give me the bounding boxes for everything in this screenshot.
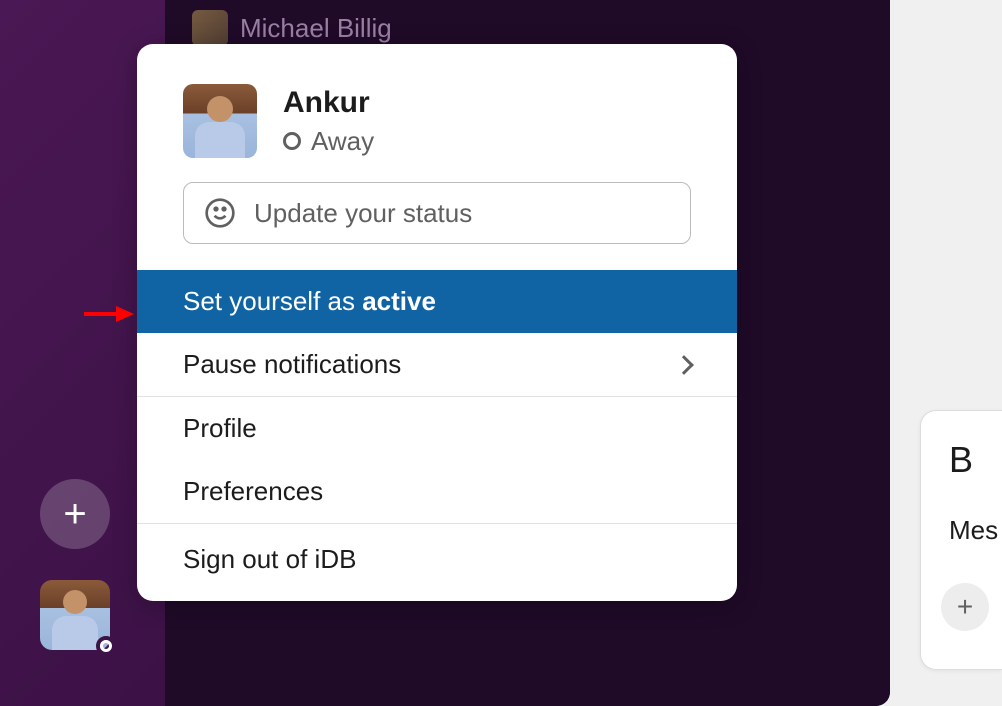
user-name-label: Ankur — [283, 86, 374, 120]
profile-label: Profile — [183, 413, 257, 444]
right-panel-letter: B — [949, 439, 1002, 481]
presence-label: Away — [311, 126, 374, 157]
sign-out-menu-item[interactable]: Sign out of iDB — [137, 524, 737, 601]
plus-icon: + — [957, 591, 973, 623]
chevron-right-icon — [674, 355, 694, 375]
presence-row: Away — [283, 126, 374, 157]
smiley-icon — [204, 197, 236, 229]
arrow-line — [84, 312, 118, 316]
profile-info: Ankur Away — [283, 86, 374, 157]
right-side-panel: B Mes + — [920, 410, 1002, 670]
member-avatar — [192, 10, 228, 46]
sign-out-label: Sign out of iDB — [183, 544, 356, 574]
plus-icon: + — [63, 492, 86, 537]
arrow-head-icon — [116, 306, 134, 322]
right-panel-message-label: Mes — [949, 515, 998, 546]
status-placeholder-text: Update your status — [254, 198, 472, 229]
preferences-label: Preferences — [183, 476, 323, 507]
profile-menu-item[interactable]: Profile — [137, 397, 737, 460]
status-input-wrapper: Update your status — [137, 182, 737, 270]
update-status-input[interactable]: Update your status — [183, 182, 691, 244]
user-avatar — [183, 84, 257, 158]
add-workspace-button[interactable]: + — [40, 479, 110, 549]
presence-away-icon — [100, 640, 112, 652]
set-active-label: Set yourself as active — [183, 286, 436, 317]
pause-notifications-menu-item[interactable]: Pause notifications — [137, 333, 737, 396]
preferences-menu-item[interactable]: Preferences — [137, 460, 737, 523]
set-active-menu-item[interactable]: Set yourself as active — [137, 270, 737, 333]
away-presence-icon — [283, 132, 301, 150]
member-name-label: Michael Billig — [240, 13, 392, 44]
pause-notifications-label: Pause notifications — [183, 349, 401, 380]
right-panel-add-button[interactable]: + — [941, 583, 989, 631]
sidebar-member-item[interactable]: Michael Billig — [192, 10, 392, 46]
user-presence-indicator — [96, 636, 116, 656]
arrow-annotation — [84, 306, 134, 322]
profile-header: Ankur Away — [137, 44, 737, 182]
user-menu-popup: Ankur Away Update your status Set yourse… — [137, 44, 737, 601]
